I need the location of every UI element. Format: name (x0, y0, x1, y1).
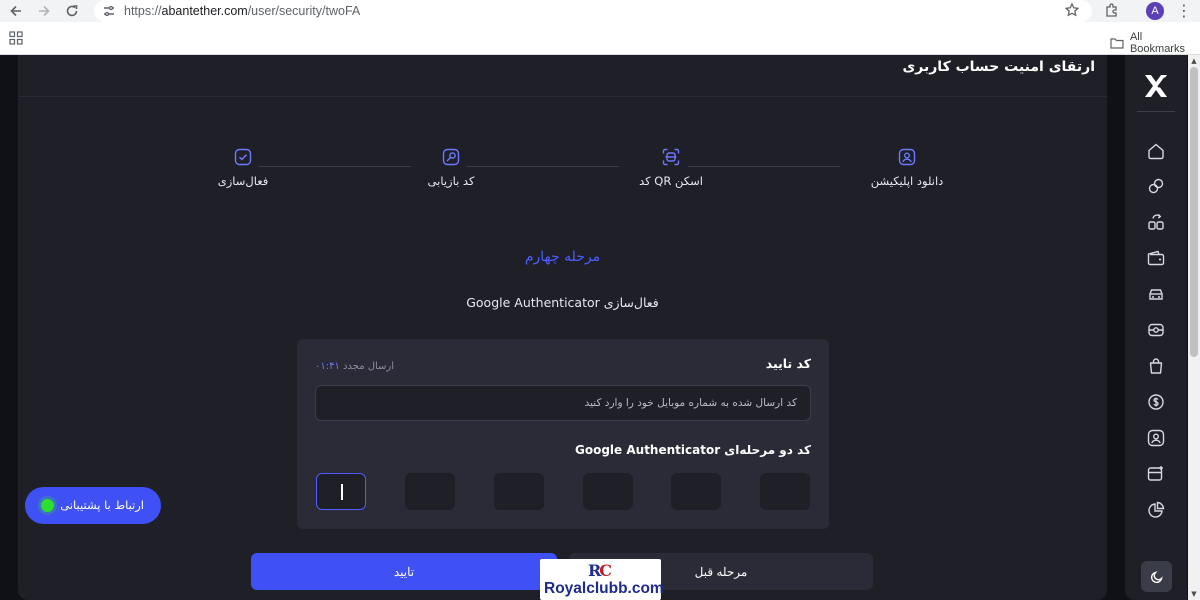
twofa-code-label: کد دو مرحله‌ای Google Authenticator (575, 443, 811, 457)
theme-toggle-button[interactable] (1141, 561, 1172, 592)
moon-icon (1150, 570, 1163, 583)
stage-title: مرحله چهارم (524, 249, 601, 265)
step-activation: فعال‌سازی (188, 148, 298, 188)
trade-icon[interactable] (1147, 213, 1165, 231)
text-cursor (341, 484, 343, 500)
otp-digit-6[interactable] (316, 473, 366, 510)
car-icon[interactable] (1147, 285, 1165, 303)
folder-icon (1110, 38, 1124, 49)
main-card: ارتقای امنیت حساب کاربری دانلود اپلیکیشن… (18, 55, 1107, 600)
resend-label: ارسال مجدد (343, 361, 395, 372)
bag-icon[interactable] (1147, 357, 1165, 375)
site-settings-icon[interactable] (102, 4, 116, 18)
step-download-app: دانلود اپلیکیشن (852, 148, 962, 188)
sidebar-divider (1137, 111, 1175, 112)
online-status-dot (41, 499, 54, 512)
scroll-up-arrow-icon[interactable]: ▲ (1190, 57, 1198, 65)
url-scheme: https:// (124, 4, 162, 18)
verification-form: کد تایید ارسال مجدد ۰۱:۴۱ کد دو مرحله‌ای… (297, 339, 829, 529)
scroll-down-arrow-icon[interactable]: ▼ (1190, 590, 1198, 598)
chart-icon[interactable] (1147, 501, 1165, 519)
step-label: فعال‌سازی (217, 174, 269, 188)
step-label: دانلود اپلیکیشن (870, 174, 944, 188)
otp-digit-5[interactable] (405, 473, 455, 510)
confirm-code-label: کد تایید (765, 356, 811, 371)
sidebar (1125, 55, 1187, 600)
scrollbar-thumb[interactable] (1190, 67, 1198, 357)
extensions-icon[interactable] (1104, 2, 1120, 18)
gift-icon[interactable] (1147, 321, 1165, 339)
confirm-button[interactable]: تایید (251, 553, 557, 590)
step-label: اسکن QR کد (639, 174, 703, 188)
reload-icon[interactable] (61, 0, 83, 22)
otp-digit-3[interactable] (583, 473, 633, 510)
all-bookmarks-button[interactable]: All Bookmarks (1110, 31, 1200, 55)
page-viewport: ارتقای امنیت حساب کاربری دانلود اپلیکیشن… (0, 55, 1200, 600)
user-icon (898, 148, 916, 166)
exchange-icon[interactable] (1147, 177, 1165, 195)
abantether-logo[interactable] (1142, 72, 1170, 100)
support-label: ارتباط با پشتیبانی (60, 498, 144, 512)
bookmark-star-icon[interactable] (1064, 2, 1080, 18)
watermark-mark: RC (588, 561, 612, 580)
step-recovery-code: کد بازیابی (396, 148, 506, 188)
dollar-icon[interactable] (1147, 393, 1165, 411)
royalclubb-watermark: RC Royalclubb.com (540, 559, 664, 600)
step-label: کد بازیابی (427, 174, 475, 188)
url-path: /user/security/twoFA (247, 4, 361, 18)
profile-icon[interactable] (1147, 429, 1165, 447)
otp-digit-2[interactable] (671, 473, 721, 510)
key-icon (442, 148, 460, 166)
apps-grid-icon[interactable] (9, 31, 23, 45)
browser-menu-icon[interactable]: ⋮ (1176, 2, 1192, 20)
back-arrow-icon[interactable] (5, 0, 27, 22)
browser-toolbar: https://abantether.com/user/security/two… (0, 0, 1200, 22)
card-icon[interactable] (1147, 465, 1165, 483)
resend-timer: ۰۱:۴۱ (315, 361, 340, 372)
resend-code-link[interactable]: ارسال مجدد ۰۱:۴۱ (315, 361, 394, 372)
scan-icon (662, 148, 680, 166)
address-bar[interactable]: https://abantether.com/user/security/two… (94, 0, 1092, 22)
sms-code-input[interactable] (315, 385, 811, 421)
step-scan-qr: اسکن QR کد (616, 148, 726, 188)
page-title: ارتقای امنیت حساب کاربری (902, 59, 1095, 75)
home-icon[interactable] (1147, 142, 1165, 160)
url-text: https://abantether.com/user/security/two… (124, 4, 360, 18)
profile-avatar[interactable]: A (1146, 2, 1164, 20)
url-host: abantether.com (161, 4, 248, 18)
check-icon (234, 148, 252, 166)
all-bookmarks-label: All Bookmarks (1129, 31, 1185, 55)
page-header: ارتقای امنیت حساب کاربری (18, 55, 1107, 97)
page-scrollbar[interactable]: ▲ ▼ (1188, 55, 1200, 600)
bookmarks-bar: All Bookmarks (0, 22, 1200, 55)
stage-subtitle: فعال‌سازی Google Authenticator (466, 295, 659, 310)
otp-digit-4[interactable] (494, 473, 544, 510)
watermark-text: Royalclubb.com (544, 580, 664, 597)
forward-arrow-icon[interactable] (33, 0, 55, 22)
otp-digit-1[interactable] (760, 473, 810, 510)
wallet-icon[interactable] (1147, 249, 1165, 267)
support-chat-button[interactable]: ارتباط با پشتیبانی (25, 487, 161, 524)
